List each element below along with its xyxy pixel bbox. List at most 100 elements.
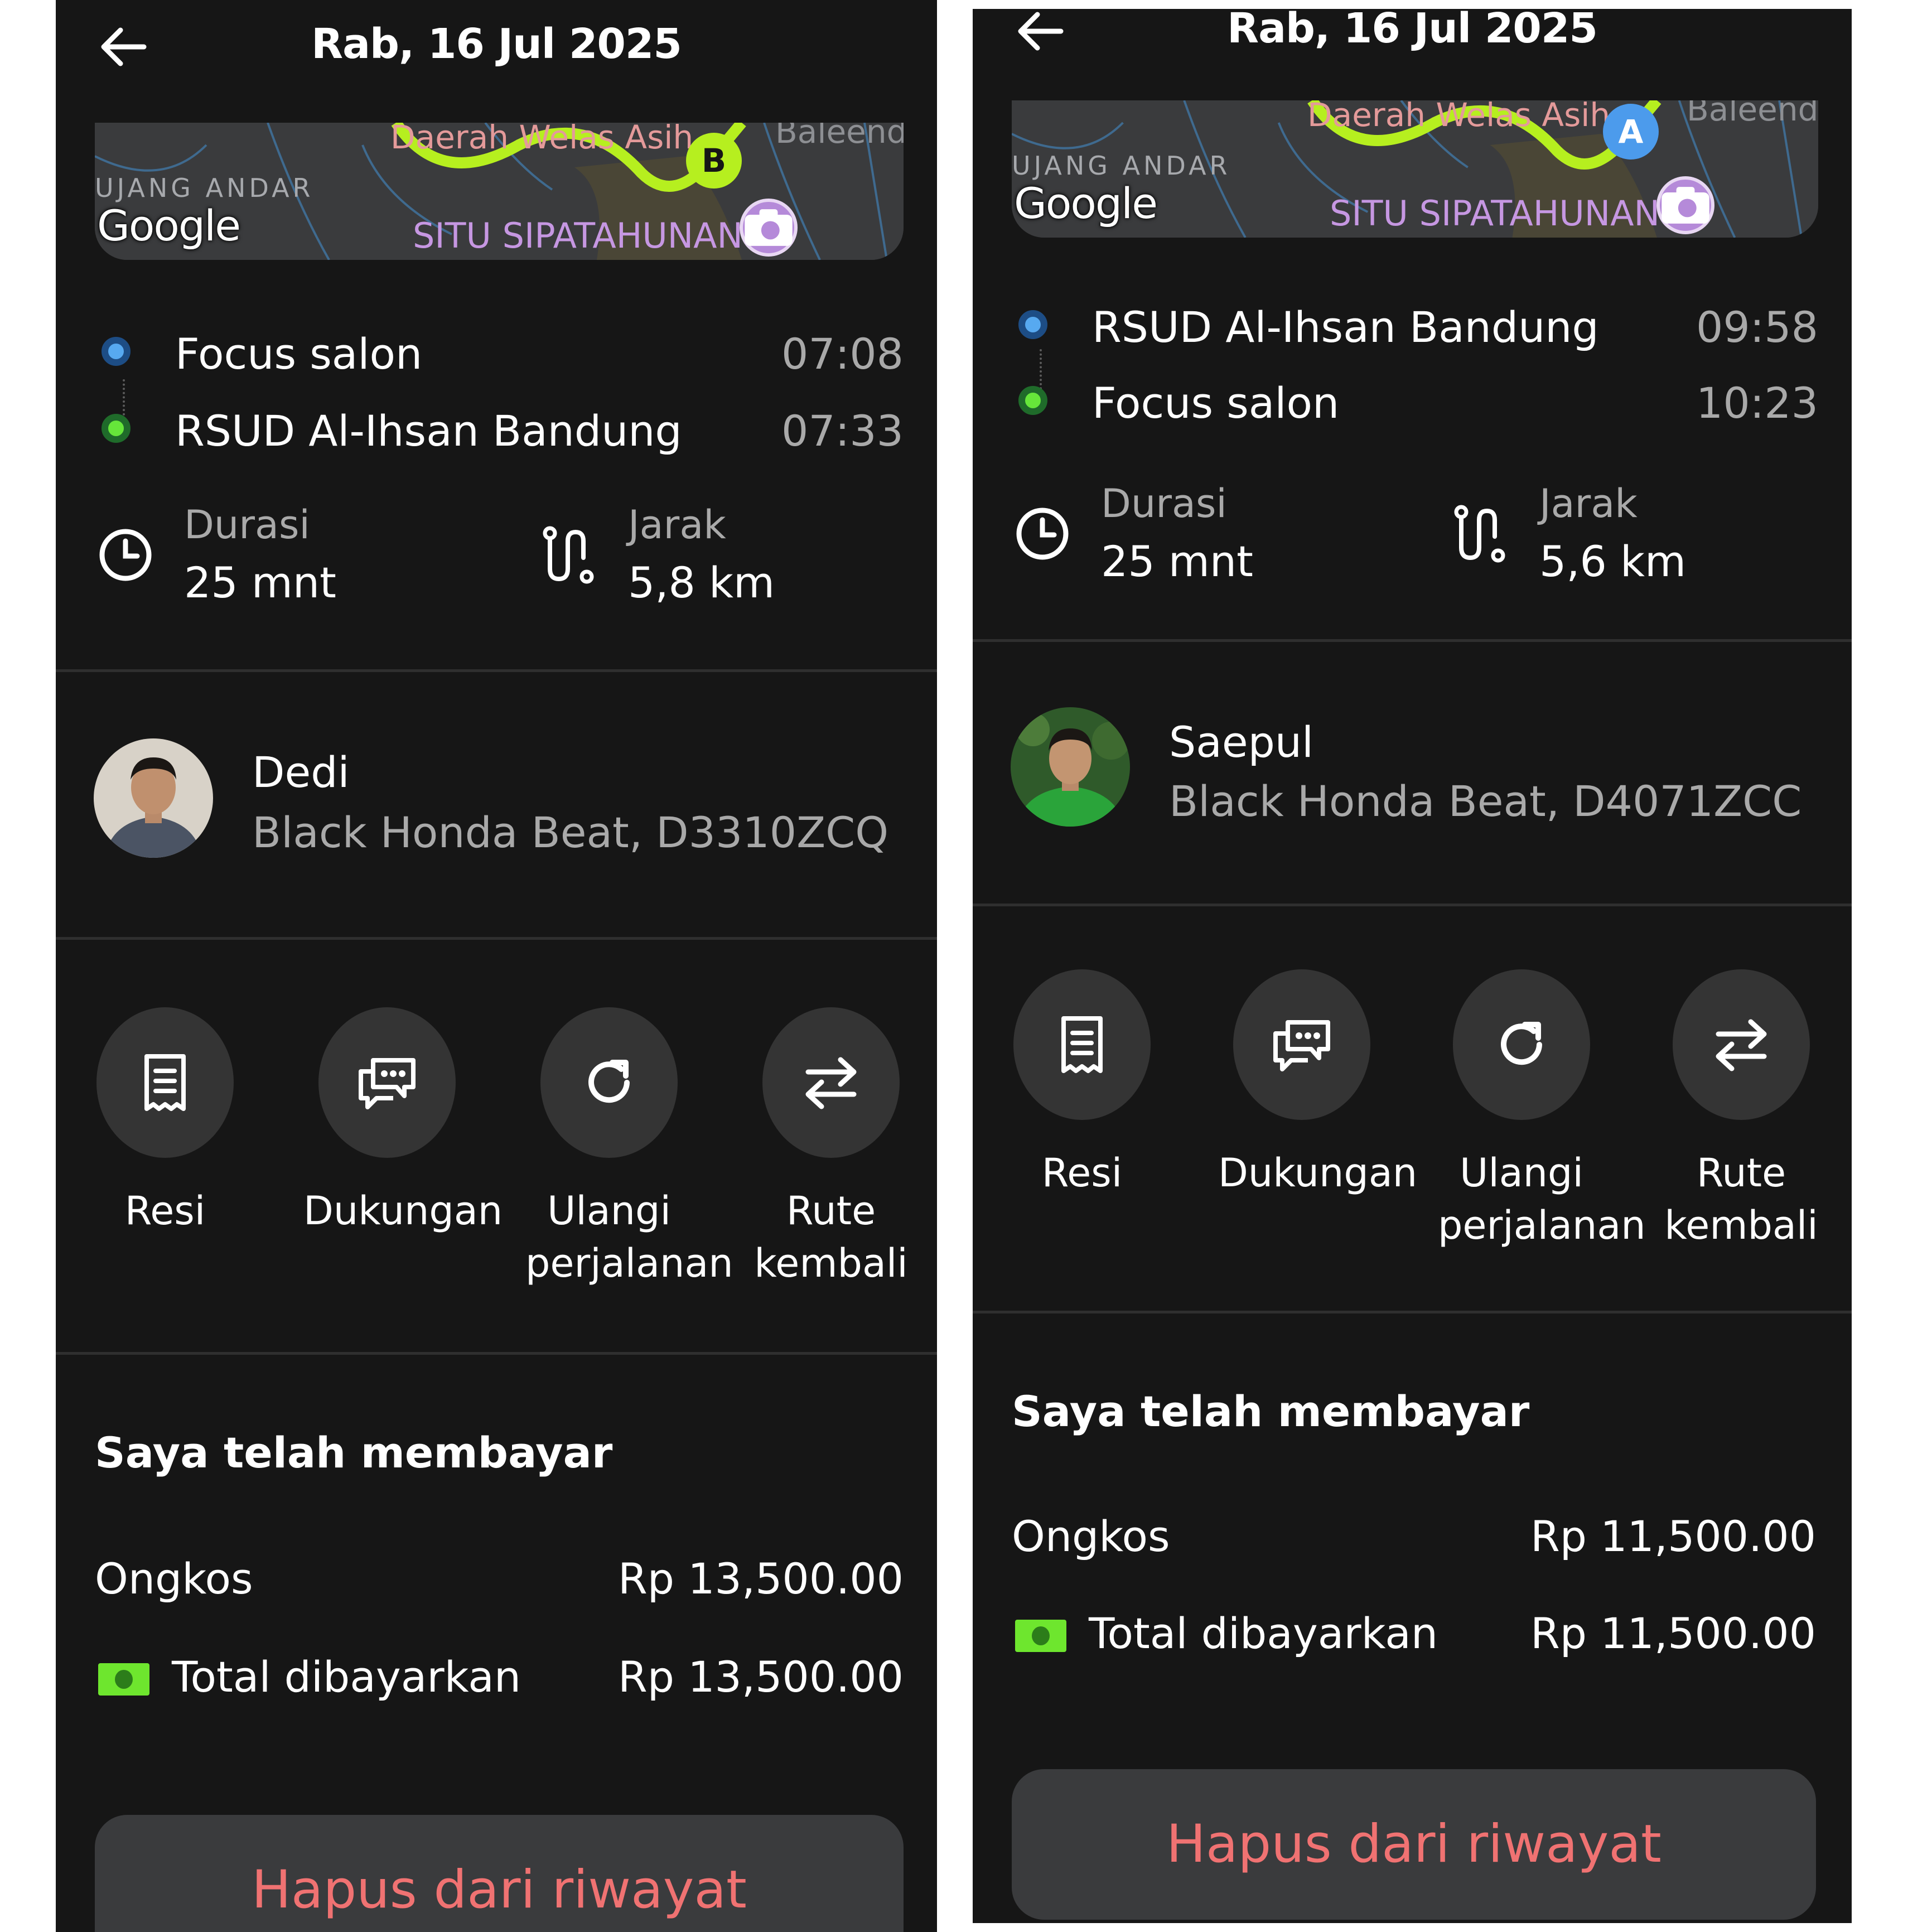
destination-dot-icon (1018, 386, 1047, 415)
divider (973, 639, 1852, 642)
delete-from-history-button[interactable]: Hapus dari riwayat (1012, 1769, 1816, 1920)
duration-stat: Durasi 25 mnt (1012, 481, 1402, 592)
destination-dot-icon (102, 414, 131, 443)
header: Rab, 16 Jul 2025 (56, 0, 937, 95)
pin-letter: B (701, 142, 727, 180)
driver-name: Dedi (252, 747, 350, 797)
duration-value: 25 mnt (1101, 537, 1253, 586)
repeat-trip-button[interactable]: Ulangi perjalanan (525, 1007, 733, 1289)
stop-time: 07:33 (781, 406, 904, 456)
distance-label: Jarak (1539, 481, 1638, 527)
receipt-button[interactable]: Resi (998, 969, 1166, 1199)
repeat-trip-button[interactable]: Ulangi perjalanan (1438, 969, 1646, 1252)
action-label: Ulangi perjalanan (525, 1188, 733, 1286)
trip-detail-screen-left: Rab, 16 Jul 2025 Daerah Welas Asih Balee… (56, 0, 937, 1932)
receipt-icon (144, 1054, 186, 1111)
header: Rab, 16 Jul 2025 (973, 9, 1852, 79)
cash-icon (98, 1663, 149, 1696)
trip-detail-screen-right: Rab, 16 Jul 2025 Daerah Welas Asih Balee… (973, 9, 1852, 1923)
total-value: Rp 13,500.00 (618, 1652, 904, 1702)
route-icon (543, 526, 594, 584)
stop-name: Focus salon (1092, 378, 1340, 428)
delete-label: Hapus dari riwayat (1166, 1814, 1661, 1875)
duration-label: Durasi (184, 502, 310, 548)
stop-origin: Focus salon 07:08 (95, 323, 904, 379)
clock-icon (1016, 508, 1069, 560)
route-icon (1454, 505, 1505, 563)
receipt-icon (1061, 1016, 1103, 1073)
map-place-label: Daerah Welas Asih (390, 123, 694, 156)
swap-icon (805, 1057, 857, 1109)
map-area-label: UJANG ANDAR (1012, 151, 1231, 181)
cash-icon (1015, 1620, 1066, 1652)
receipt-button[interactable]: Resi (81, 1007, 249, 1237)
divider (973, 1311, 1852, 1313)
duration-value: 25 mnt (184, 558, 336, 607)
delete-label: Hapus dari riwayat (252, 1859, 747, 1920)
map-edge-label: Baleend (1687, 100, 1818, 128)
distance-stat: Jarak 5,6 km (1450, 481, 1796, 592)
refresh-icon (588, 1060, 630, 1103)
payment-title: Saya telah membayar (1012, 1387, 1530, 1436)
route-map[interactable]: Daerah Welas Asih Baleend UJANG ANDAR Go… (1012, 100, 1818, 238)
origin-dot-icon (102, 337, 131, 366)
chat-icon (359, 1058, 416, 1109)
destination-pin[interactable]: B (686, 133, 742, 189)
fare-label: Ongkos (1012, 1511, 1170, 1561)
map-area-label: UJANG ANDAR (95, 173, 314, 203)
fare-label: Ongkos (95, 1554, 253, 1603)
google-logo: Google (97, 201, 241, 250)
chat-icon (1273, 1020, 1330, 1071)
distance-label: Jarak (628, 502, 726, 548)
stop-destination: Focus salon 10:23 (1012, 373, 1818, 428)
divider (973, 904, 1852, 906)
return-route-button[interactable]: Rute kembali (1658, 969, 1825, 1252)
action-label: Dukungan (1218, 1150, 1418, 1196)
pin-letter: A (1618, 113, 1644, 151)
camera-icon[interactable] (1656, 176, 1714, 234)
origin-pin[interactable]: A (1603, 104, 1659, 160)
fare-value: Rp 13,500.00 (618, 1554, 904, 1603)
driver-vehicle: Black Honda Beat, D4071ZCC (1169, 776, 1802, 826)
action-label: Dukungan (303, 1188, 503, 1234)
divider (56, 937, 937, 940)
distance-value: 5,8 km (628, 558, 775, 607)
support-button[interactable]: Dukungan (303, 1007, 503, 1237)
duration-label: Durasi (1101, 481, 1227, 527)
page-title: Rab, 16 Jul 2025 (1227, 9, 1598, 52)
clock-icon (99, 529, 152, 581)
stop-name: RSUD Al-Ihsan Bandung (1092, 302, 1599, 352)
route-map[interactable]: Daerah Welas Asih Baleend UJANG ANDAR Go… (95, 123, 904, 260)
refresh-icon (1501, 1022, 1542, 1065)
page-title: Rab, 16 Jul 2025 (311, 20, 682, 68)
driver-avatar (94, 738, 213, 858)
action-label: Resi (124, 1188, 206, 1234)
stop-destination: RSUD Al-Ihsan Bandung 07:33 (95, 400, 904, 456)
camera-icon[interactable] (740, 199, 798, 257)
google-logo: Google (1014, 178, 1158, 228)
map-edge-label: Baleend (775, 123, 904, 151)
stop-origin: RSUD Al-Ihsan Bandung 09:58 (1012, 297, 1818, 352)
distance-value: 5,6 km (1539, 537, 1687, 586)
stop-name: RSUD Al-Ihsan Bandung (175, 406, 682, 456)
action-label: Rute kembali (1664, 1150, 1818, 1248)
action-label: Resi (1041, 1150, 1123, 1196)
payment-title: Saya telah membayar (95, 1428, 613, 1477)
fare-value: Rp 11,500.00 (1530, 1511, 1816, 1561)
stop-time: 10:23 (1696, 378, 1818, 428)
map-poi-label: SITU SIPATAHUNAN (413, 215, 743, 256)
driver-name: Saepul (1169, 717, 1314, 767)
driver-vehicle: Black Honda Beat, D3310ZCQ (252, 808, 889, 857)
total-label: Total dibayarkan (1089, 1609, 1438, 1658)
action-label: Rute kembali (754, 1188, 908, 1286)
delete-from-history-button[interactable]: Hapus dari riwayat (95, 1815, 904, 1932)
return-route-button[interactable]: Rute kembali (747, 1007, 915, 1289)
stop-name: Focus salon (175, 329, 423, 379)
divider (56, 1352, 937, 1355)
support-button[interactable]: Dukungan (1218, 969, 1418, 1199)
action-label: Ulangi perjalanan (1438, 1150, 1646, 1248)
swap-icon (1716, 1019, 1767, 1071)
stop-time: 09:58 (1696, 302, 1818, 352)
distance-stat: Jarak 5,8 km (539, 502, 885, 614)
duration-stat: Durasi 25 mnt (95, 502, 485, 614)
